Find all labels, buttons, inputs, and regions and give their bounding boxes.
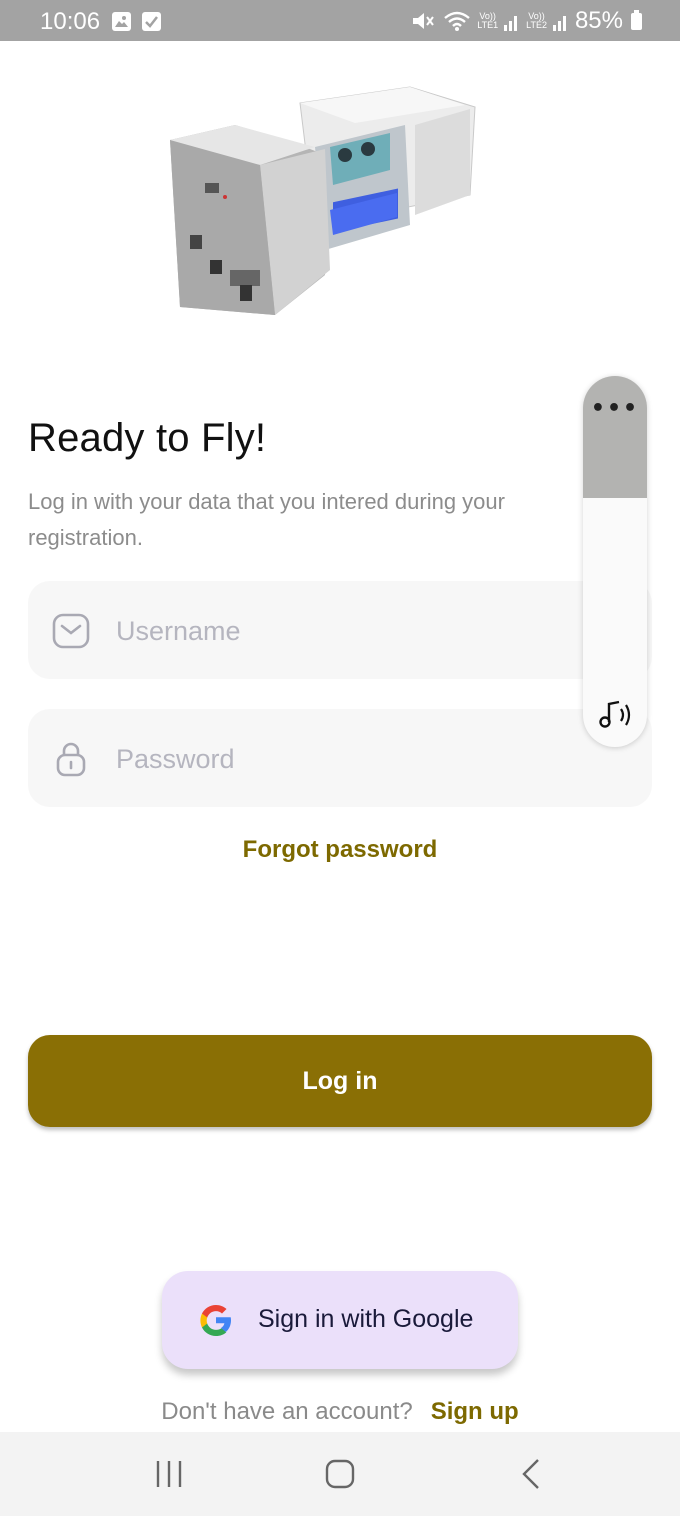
recents-icon xyxy=(156,1461,182,1487)
volume-level-fill[interactable] xyxy=(583,376,647,499)
google-icon xyxy=(200,1305,231,1336)
password-input[interactable] xyxy=(114,733,578,785)
login-button[interactable]: Log in xyxy=(28,1035,652,1127)
status-bar: 10:06 Vo)) LTE1 Vo)) LTE2 85% xyxy=(0,0,680,41)
username-field[interactable] xyxy=(28,581,652,679)
lte2-label: Vo)) LTE2 xyxy=(526,11,547,30)
no-account-text: Don't have an account? xyxy=(161,1398,413,1425)
status-icons: Vo)) LTE1 Vo)) LTE2 85% xyxy=(411,7,642,35)
lte1-label: Vo)) LTE1 xyxy=(477,11,499,30)
google-signin-button[interactable]: Sign in with Google xyxy=(162,1271,518,1369)
username-input[interactable] xyxy=(114,605,578,657)
battery-icon xyxy=(631,9,642,30)
page-subtitle: Log in with your data that you intered d… xyxy=(28,489,505,550)
volume-panel[interactable]: ••• xyxy=(583,376,647,747)
check-icon xyxy=(142,12,161,31)
back-icon xyxy=(522,1459,539,1489)
password-field[interactable] xyxy=(28,709,652,807)
device-machine-illustration xyxy=(170,86,476,315)
mail-icon xyxy=(52,613,90,649)
google-button-label: Sign in with Google xyxy=(258,1305,474,1333)
back-button[interactable] xyxy=(470,1432,590,1516)
battery-percent: 85% xyxy=(574,7,623,34)
mute-icon xyxy=(413,13,435,29)
forgot-password-link[interactable]: Forgot password xyxy=(0,836,680,864)
signal-icon xyxy=(504,16,518,31)
signup-link[interactable]: Sign up xyxy=(431,1398,519,1425)
media-volume-icon[interactable] xyxy=(593,698,635,732)
lock-icon xyxy=(56,742,86,777)
signal-icon xyxy=(552,16,566,31)
recents-button[interactable] xyxy=(110,1432,230,1516)
signup-row: Don't have an account? Sign up xyxy=(0,1398,680,1426)
gallery-icon xyxy=(112,12,131,31)
home-button[interactable] xyxy=(280,1432,400,1516)
more-options-icon[interactable]: ••• xyxy=(583,396,647,421)
wifi-icon xyxy=(444,11,471,31)
status-time: 10:06 xyxy=(40,8,101,35)
home-icon xyxy=(325,1459,355,1489)
system-navigation-bar xyxy=(0,1432,680,1516)
page-title: Ready to Fly! xyxy=(28,416,267,460)
